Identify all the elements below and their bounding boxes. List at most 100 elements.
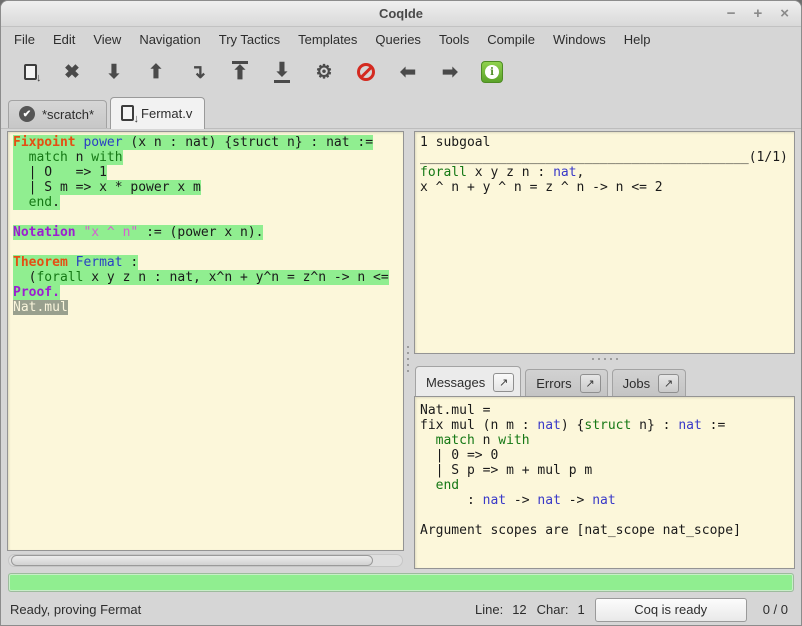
- coqide-window: CoqIde − + × FileEditViewNavigationTry Tac…: [0, 0, 802, 626]
- code-line: fix mul (n m : nat) {struct n} : nat :=: [420, 418, 794, 433]
- title-bar[interactable]: CoqIde − + ×: [1, 1, 801, 27]
- code-line: match n with: [420, 433, 794, 448]
- scrollbar-thumb[interactable]: [11, 555, 373, 566]
- code-line: Fixpoint power (x n : nat) {struct n} : …: [13, 135, 403, 150]
- next-occurrence-icon: ➡: [442, 63, 458, 82]
- code-line: 1 subgoal: [420, 135, 794, 150]
- code-line: [13, 240, 403, 255]
- about-info-button[interactable]: i: [471, 55, 513, 89]
- char-label: Char:: [537, 602, 569, 617]
- code-line: end: [420, 478, 794, 493]
- horizontal-splitter[interactable]: [414, 354, 795, 364]
- script-pane: Fixpoint power (x n : nat) {struct n} : …: [7, 131, 404, 569]
- vertical-splitter[interactable]: [404, 131, 414, 569]
- tab-jobs[interactable]: Jobs ↗: [612, 369, 686, 396]
- tab-label: Jobs: [623, 376, 650, 391]
- menu-help[interactable]: Help: [615, 28, 660, 51]
- goals-view[interactable]: 1 subgoal_______________________________…: [414, 131, 795, 354]
- line-value: 12: [512, 602, 526, 617]
- proof-column: 1 subgoal_______________________________…: [414, 131, 795, 569]
- menu-try-tactics[interactable]: Try Tactics: [210, 28, 289, 51]
- saved-check-icon: ✔: [19, 106, 35, 122]
- messages-view[interactable]: Nat.mul =fix mul (n m : nat) {struct n} …: [414, 396, 795, 569]
- maximize-button[interactable]: +: [753, 6, 762, 21]
- code-line: Theorem Fermat :: [13, 255, 403, 270]
- forward-one-command-icon: ⬇: [106, 63, 122, 82]
- detach-panel-button[interactable]: ↗: [658, 374, 679, 393]
- code-line: [13, 210, 403, 225]
- go-to-end-button[interactable]: ⬇: [261, 55, 303, 89]
- progress-bar: [8, 573, 794, 592]
- status-message: Ready, proving Fermat: [10, 602, 465, 617]
- coq-status-indicator: Coq is ready: [595, 598, 747, 622]
- go-to-cursor-button[interactable]: ↴: [177, 55, 219, 89]
- toolbar: ✖ ⬇ ⬆ ↴ ⬆ ⬇ ⚙ ⬅ ➡ i: [1, 52, 801, 92]
- menu-compile[interactable]: Compile: [478, 28, 544, 51]
- interrupt-icon: [357, 63, 375, 81]
- code-line: (forall x y z n : nat, x^n + y^n = z^n -…: [13, 270, 403, 285]
- fully-check-gear-icon: ⚙: [315, 63, 332, 82]
- code-line: | S m => x * power x m: [13, 180, 403, 195]
- tab-label: *scratch*: [42, 107, 94, 122]
- char-value: 1: [577, 602, 584, 617]
- detach-panel-button[interactable]: ↗: [580, 374, 601, 393]
- document-save-icon: [121, 105, 134, 121]
- code-line: : nat -> nat -> nat: [420, 493, 794, 508]
- code-line: [420, 508, 794, 523]
- interrupt-button[interactable]: [345, 55, 387, 89]
- splitter-handle-icon: [407, 346, 409, 372]
- menu-queries[interactable]: Queries: [366, 28, 430, 51]
- code-line: match n with: [13, 150, 403, 165]
- menu-tools[interactable]: Tools: [430, 28, 478, 51]
- horizontal-scrollbar[interactable]: [8, 554, 403, 567]
- backward-one-command-button[interactable]: ⬆: [135, 55, 177, 89]
- editor-tab-bar: ✔ *scratch* Fermat.v: [1, 92, 801, 129]
- code-line: x ^ n + y ^ n = z ^ n -> n <= 2: [420, 180, 794, 195]
- code-line: end.: [13, 195, 403, 210]
- tab-messages[interactable]: Messages ↗: [415, 366, 521, 397]
- close-buffer-icon: ✖: [64, 63, 80, 82]
- close-buffer-button[interactable]: ✖: [51, 55, 93, 89]
- next-occurrence-button[interactable]: ➡: [429, 55, 471, 89]
- save-button[interactable]: [9, 55, 51, 89]
- line-label: Line:: [475, 602, 503, 617]
- menu-navigation[interactable]: Navigation: [130, 28, 209, 51]
- fully-check-gear-button[interactable]: ⚙: [303, 55, 345, 89]
- code-line: | 0 => 0: [420, 448, 794, 463]
- go-to-end-icon: ⬇: [274, 61, 290, 83]
- code-line: Nat.mul =: [420, 403, 794, 418]
- tab-errors[interactable]: Errors↗: [525, 369, 607, 396]
- code-line: Notation "x ^ n" := (power x n).: [13, 225, 403, 240]
- menu-edit[interactable]: Edit: [44, 28, 84, 51]
- messages-notebook: Messages↗Errors↗Jobs↗ Nat.mul =fix mul (…: [414, 364, 795, 569]
- save-icon: [24, 64, 37, 80]
- code-line: Proof.: [13, 285, 403, 300]
- menu-windows[interactable]: Windows: [544, 28, 615, 51]
- code-line: | S p => m + mul p m: [420, 463, 794, 478]
- tab-label: Fermat.v: [141, 106, 192, 121]
- restart-to-start-button[interactable]: ⬆: [219, 55, 261, 89]
- about-info-icon: i: [481, 61, 503, 83]
- splitter-handle-icon: [592, 358, 618, 360]
- menu-templates[interactable]: Templates: [289, 28, 366, 51]
- status-bar: Ready, proving Fermat Line: 12 Char: 1 C…: [1, 594, 801, 625]
- window-title: CoqIde: [379, 6, 423, 21]
- close-button[interactable]: ×: [780, 6, 789, 21]
- main-area: Fixpoint power (x n : nat) {struct n} : …: [1, 129, 801, 569]
- tab-label: Messages: [426, 375, 485, 390]
- tab-fermat-v[interactable]: Fermat.v: [110, 97, 205, 129]
- menu-view[interactable]: View: [84, 28, 130, 51]
- script-editor[interactable]: Fixpoint power (x n : nat) {struct n} : …: [7, 131, 404, 551]
- minimize-button[interactable]: −: [727, 6, 736, 21]
- code-line: Argument scopes are [nat_scope nat_scope…: [420, 523, 794, 538]
- detach-panel-button[interactable]: ↗: [493, 373, 514, 392]
- window-controls: − + ×: [727, 1, 789, 26]
- go-to-cursor-icon: ↴: [190, 63, 206, 82]
- previous-occurrence-button[interactable]: ⬅: [387, 55, 429, 89]
- previous-occurrence-icon: ⬅: [400, 63, 416, 82]
- forward-one-command-button[interactable]: ⬇: [93, 55, 135, 89]
- code-line: ________________________________________…: [420, 150, 794, 165]
- tab-scratch[interactable]: ✔ *scratch*: [8, 100, 107, 128]
- restart-to-start-icon: ⬆: [232, 61, 248, 83]
- menu-file[interactable]: File: [5, 28, 44, 51]
